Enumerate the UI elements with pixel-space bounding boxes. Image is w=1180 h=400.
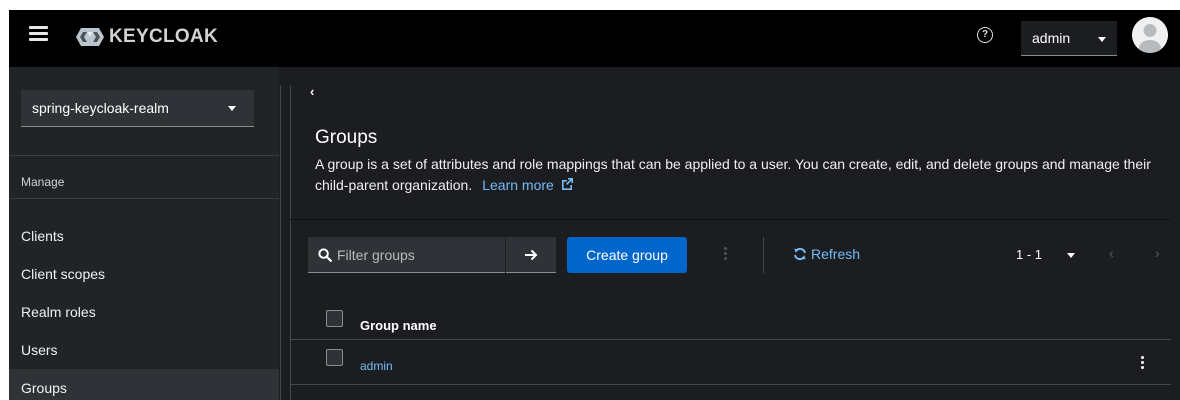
toolbar-kebab-icon[interactable] [724,247,728,262]
help-icon[interactable]: ? [977,27,993,43]
refresh-label: Refresh [811,246,861,262]
learn-more-label: Learn more [482,177,554,193]
sidebar-divider [9,198,279,199]
user-avatar-icon [1132,17,1168,53]
scroll-divider [280,85,281,400]
select-all-checkbox[interactable] [326,310,343,327]
refresh-button[interactable]: Refresh [793,246,860,262]
next-page-icon[interactable]: › [1155,245,1160,261]
external-link-icon [561,178,573,190]
create-group-button[interactable]: Create group [567,237,687,273]
sidebar-item-groups[interactable]: Groups [9,369,279,400]
content-divider [290,219,1171,220]
hamburger-menu-icon[interactable] [29,26,48,42]
sidebar-item-label: Client scopes [21,266,106,282]
sidebar-item-clients[interactable]: Clients [9,217,279,255]
filter-placeholder: Filter groups [337,247,415,263]
sidebar-divider [9,155,279,156]
chevron-down-icon [1067,253,1075,258]
realm-selector[interactable]: spring-keycloak-realm [21,90,254,127]
user-dropdown[interactable]: admin [1021,21,1117,56]
avatar[interactable] [1132,17,1168,53]
sidebar-item-label: Clients [21,228,64,244]
page-title: Groups [315,127,378,148]
arrow-right-icon [525,249,538,261]
masthead: KEYCLOAK ? admin [9,10,1180,67]
chevron-down-icon [1098,37,1106,42]
chevron-left-icon[interactable]: ‹ [310,84,314,99]
sidebar-item-label: Groups [21,380,67,396]
group-name-link[interactable]: admin [360,359,393,373]
page-description-text: A group is a set of attributes and role … [315,156,1151,193]
sidebar-item-label: Users [21,342,58,358]
keycloak-logo-icon [76,28,104,46]
sidebar-item-realm-roles[interactable]: Realm roles [9,293,279,331]
pagination-label: 1 - 1 [1016,247,1043,262]
sidebar: spring-keycloak-realm Manage Clients Cli… [9,67,279,400]
sidebar-item-users[interactable]: Users [9,331,279,369]
sidebar-section-title: Manage [21,175,65,189]
sidebar-item-client-scopes[interactable]: Client scopes [9,255,279,293]
logo-text: KEYCLOAK [109,26,219,47]
realm-selector-label: spring-keycloak-realm [32,100,169,116]
filter-groups-input[interactable]: Filter groups [308,237,505,273]
column-header-group-name: Group name [360,318,437,333]
previous-page-icon[interactable]: ‹ [1109,245,1114,261]
table-row [290,340,1171,385]
chevron-down-icon [228,106,236,111]
keycloak-logo[interactable]: KEYCLOAK [75,24,218,50]
row-checkbox[interactable] [326,349,343,366]
search-icon [318,248,332,262]
toolbar-separator [763,237,764,273]
page-description: A group is a set of attributes and role … [315,154,1160,196]
search-submit-button[interactable] [506,237,556,273]
learn-more-link[interactable]: Learn more [482,177,573,193]
refresh-icon [794,247,806,261]
pagination-dropdown[interactable]: 1 - 1 [1016,247,1075,262]
sidebar-item-label: Realm roles [21,304,96,320]
row-kebab-icon[interactable] [1141,356,1145,371]
user-dropdown-label: admin [1032,30,1071,46]
